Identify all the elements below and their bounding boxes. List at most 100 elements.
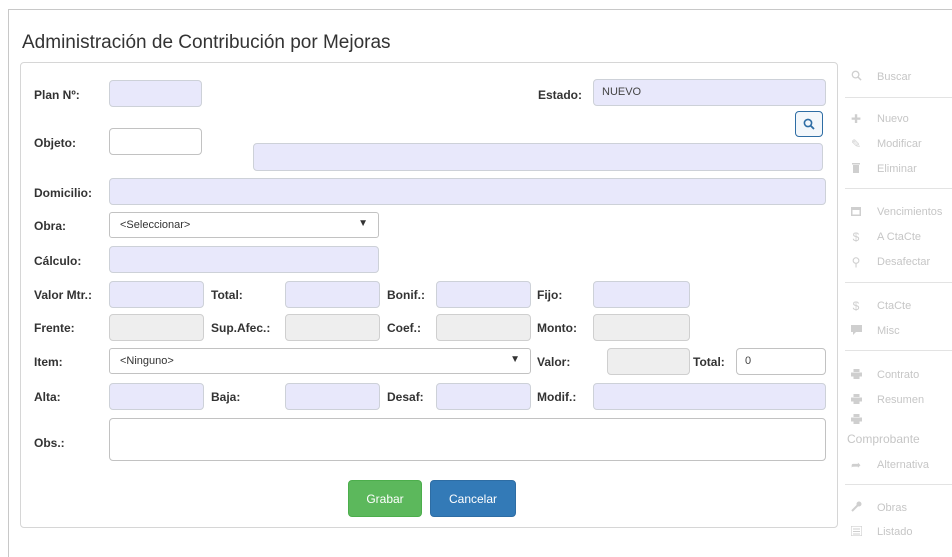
sidebar-item-label: Vencimientos	[877, 206, 943, 218]
fijo-label: Fijo:	[537, 288, 563, 302]
valor-field	[607, 348, 690, 375]
sidebar-divider	[845, 97, 952, 98]
estado-field: NUEVO	[593, 79, 826, 106]
sup-afec-label: Sup.Afec.:	[211, 321, 271, 335]
sidebar-item-resumen[interactable]: Resumen	[845, 390, 924, 410]
sup-afec-field	[285, 314, 380, 341]
item-total-field[interactable]: 0	[736, 348, 826, 375]
coef-label: Coef.:	[387, 321, 421, 335]
sidebar-item-vencimientos[interactable]: Vencimientos	[845, 202, 942, 222]
domicilio-label: Domicilio:	[34, 186, 93, 200]
sidebar-item-label: Listado	[877, 526, 913, 538]
bonif-input[interactable]	[436, 281, 531, 308]
sidebar-item-comprobante[interactable]: Comprobante	[847, 429, 920, 449]
sidebar-item-modificar[interactable]: ✎ Modificar	[845, 134, 922, 154]
obs-textarea[interactable]	[109, 418, 826, 461]
search-icon	[849, 70, 863, 84]
obra-select[interactable]: <Seleccionar> ▼	[109, 212, 379, 238]
valor-mtr-label: Valor Mtr.:	[34, 288, 93, 302]
print-icon	[849, 393, 863, 407]
sidebar-item-obras[interactable]: Obras	[845, 498, 907, 518]
monto-label: Monto:	[537, 321, 577, 335]
calendar-icon	[849, 205, 863, 219]
dollar-icon: $	[852, 299, 860, 313]
valor-label: Valor:	[537, 355, 571, 369]
frente-field	[109, 314, 204, 341]
sidebar-item-label: Eliminar	[877, 163, 917, 175]
item-selected-value: <Ninguno>	[120, 355, 174, 367]
sidebar-item-label: Comprobante	[847, 432, 920, 446]
item-label: Item:	[34, 355, 63, 369]
baja-label: Baja:	[211, 390, 241, 404]
dollar-icon: $	[852, 230, 860, 244]
obs-label: Obs.:	[34, 436, 65, 450]
dropdown-arrow-icon: ▼	[510, 354, 520, 365]
sidebar-item-label: Modificar	[877, 138, 922, 150]
sidebar-item-alternativa[interactable]: ➦ Alternativa	[845, 455, 929, 475]
fijo-input[interactable]	[593, 281, 690, 308]
sidebar-divider	[845, 350, 952, 351]
plan-label: Plan Nº:	[34, 88, 80, 102]
modif-label: Modif.:	[537, 390, 577, 404]
modif-field	[593, 383, 826, 410]
objeto-description-field	[253, 143, 823, 171]
alta-label: Alta:	[34, 390, 61, 404]
trash-icon	[849, 162, 863, 176]
alta-field	[109, 383, 204, 410]
plus-icon: ✚	[850, 112, 862, 126]
desaf-field	[436, 383, 531, 410]
item-total-label: Total:	[693, 355, 725, 369]
item-select[interactable]: <Ninguno> ▼	[109, 348, 531, 374]
plan-input[interactable]	[109, 80, 202, 107]
wrench-icon	[849, 501, 863, 515]
sidebar-item-desafectar[interactable]: ⚲ Desafectar	[845, 252, 931, 272]
sidebar-item-contrato[interactable]: Contrato	[845, 365, 919, 385]
estado-label: Estado:	[538, 88, 583, 102]
link-icon: ⚲	[851, 255, 861, 269]
sidebar-item-label: Buscar	[877, 71, 912, 83]
objeto-label: Objeto:	[34, 136, 76, 150]
share-icon: ➦	[850, 458, 862, 472]
sidebar-divider	[845, 484, 952, 485]
sidebar-item-ctacte[interactable]: $ CtaCte	[845, 296, 912, 316]
list-icon	[849, 525, 863, 539]
desaf-label: Desaf:	[387, 390, 424, 404]
total-label: Total:	[211, 288, 243, 302]
monto-field	[593, 314, 690, 341]
sidebar-item-comprobante-icon-row	[845, 412, 877, 428]
baja-field	[285, 383, 380, 410]
comment-icon	[849, 324, 863, 338]
print-icon	[849, 413, 863, 427]
sidebar-item-label: A CtaCte	[877, 231, 922, 243]
frente-label: Frente:	[34, 321, 75, 335]
sidebar-item-a-ctacte[interactable]: $ A CtaCte	[845, 227, 921, 247]
sidebar-item-eliminar[interactable]: Eliminar	[845, 159, 917, 179]
calculo-label: Cálculo:	[34, 254, 82, 268]
print-icon	[849, 368, 863, 382]
sidebar-item-label: Obras	[877, 502, 907, 514]
page-title: Administración de Contribución por Mejor…	[22, 32, 391, 53]
search-icon	[803, 118, 815, 130]
sidebar-item-label: Desafectar	[877, 256, 931, 268]
calculo-input[interactable]	[109, 246, 379, 273]
bonif-label: Bonif.:	[387, 288, 425, 302]
valor-mtr-input[interactable]	[109, 281, 204, 308]
sidebar-item-misc[interactable]: Misc	[845, 321, 900, 341]
objeto-input[interactable]	[109, 128, 202, 155]
sidebar-item-listado[interactable]: Listado	[845, 522, 912, 542]
domicilio-field	[109, 178, 826, 205]
sidebar-item-label: CtaCte	[877, 300, 912, 312]
sidebar-item-label: Nuevo	[877, 113, 909, 125]
search-objeto-button[interactable]	[795, 111, 823, 137]
total-input[interactable]	[285, 281, 380, 308]
obra-selected-value: <Seleccionar>	[120, 219, 191, 231]
cancelar-button[interactable]: Cancelar	[430, 480, 516, 517]
sidebar-item-nuevo[interactable]: ✚ Nuevo	[845, 109, 909, 129]
sidebar-item-label: Resumen	[877, 394, 925, 406]
sidebar-divider	[845, 282, 952, 283]
sidebar-item-buscar[interactable]: Buscar	[845, 67, 911, 87]
sidebar-item-label: Alternativa	[877, 459, 929, 471]
grabar-button[interactable]: Grabar	[348, 480, 422, 517]
sidebar-item-label: Contrato	[877, 369, 920, 381]
dropdown-arrow-icon: ▼	[358, 218, 368, 229]
